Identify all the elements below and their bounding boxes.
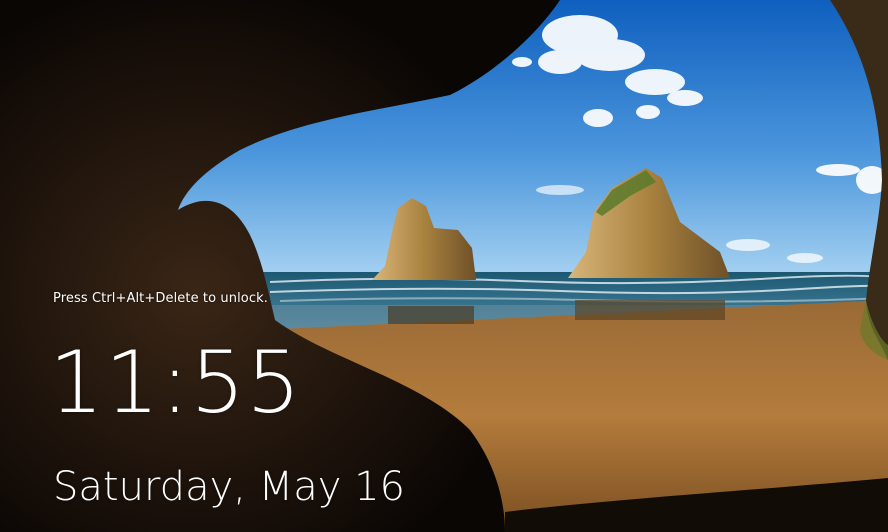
lock-screen[interactable]: Press Ctrl+Alt+Delete to unlock. 11:55 S…: [0, 0, 888, 532]
wallpaper-image: [0, 0, 888, 532]
clock-time: 11:55: [49, 333, 302, 433]
clock-date: Saturday, May 16: [53, 464, 405, 510]
unlock-hint: Press Ctrl+Alt+Delete to unlock.: [53, 291, 268, 306]
